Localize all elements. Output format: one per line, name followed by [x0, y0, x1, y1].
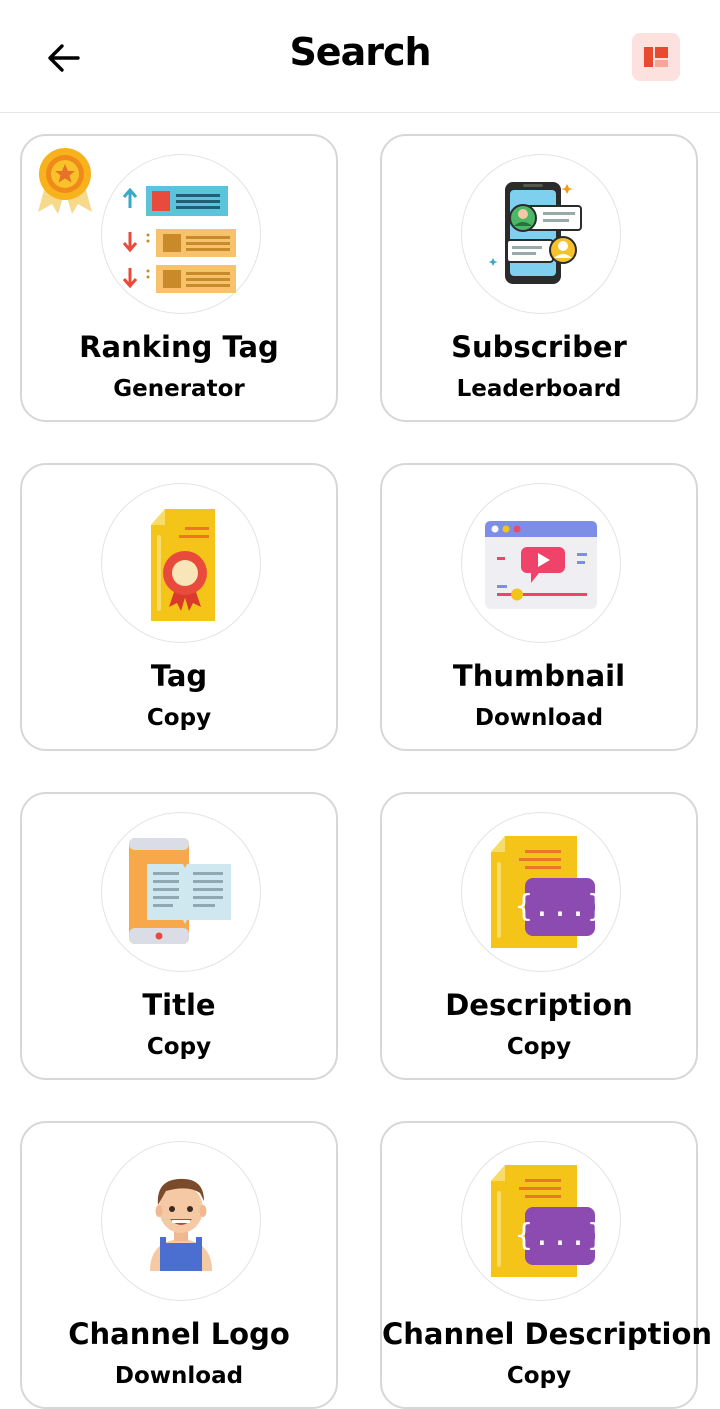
award-medal-icon [38, 148, 92, 214]
card-description-copy[interactable]: {...} Description Copy [380, 792, 698, 1080]
icon-container [101, 1141, 261, 1301]
card-title: Channel Logo [68, 1317, 290, 1351]
app-header: Search [0, 0, 720, 113]
certificate-icon [151, 509, 215, 621]
card-title: Subscriber [451, 330, 627, 364]
icon-container: {...} [461, 812, 621, 972]
layout-icon [644, 47, 668, 67]
card-title: Title [142, 988, 216, 1022]
icon-container [461, 154, 621, 314]
icon-container: {...} [461, 1141, 621, 1301]
page-title: Search [289, 30, 431, 74]
card-thumbnail-download[interactable]: Thumbnail Download [380, 463, 698, 751]
card-subscriber-leaderboard[interactable]: Subscriber Leaderboard [380, 134, 698, 422]
card-subtitle: Copy [146, 1034, 212, 1060]
card-subtitle: Copy [506, 1034, 572, 1060]
card-title: Ranking Tag [79, 330, 279, 364]
svg-text:{...}: {...} [515, 1218, 601, 1253]
avatar-person-icon [150, 1178, 212, 1271]
card-title: Description [445, 988, 633, 1022]
card-subtitle: Leaderboard [456, 376, 622, 402]
card-subtitle: Copy [506, 1363, 572, 1389]
card-title: Channel Description [382, 1317, 713, 1351]
card-ranking-tag-generator[interactable]: Ranking Tag Generator [20, 134, 338, 422]
card-title: Thumbnail [452, 659, 626, 693]
icon-container [461, 483, 621, 643]
card-channel-description-copy[interactable]: {...} Channel Description Copy [380, 1121, 713, 1409]
book-phone-icon [129, 838, 231, 944]
menu-button[interactable] [632, 33, 680, 81]
phone-users-icon [488, 182, 582, 284]
svg-text:{...}: {...} [515, 889, 601, 924]
icon-container [101, 154, 261, 314]
video-player-icon [485, 521, 597, 609]
card-title-copy[interactable]: Title Copy [20, 792, 338, 1080]
card-subtitle: Download [114, 1363, 244, 1389]
card-title: Tag [150, 659, 208, 693]
card-tag-copy[interactable]: Tag Copy [20, 463, 338, 751]
code-file-icon: {...} [491, 836, 601, 948]
card-subtitle: Copy [146, 705, 212, 731]
card-subtitle: Download [474, 705, 604, 731]
card-subtitle: Generator [113, 376, 245, 402]
card-channel-logo-download[interactable]: Channel Logo Download [20, 1121, 338, 1409]
icon-container [101, 483, 261, 643]
ranking-list-icon [122, 186, 236, 293]
icon-container [101, 812, 261, 972]
code-file-icon: {...} [491, 1165, 601, 1277]
